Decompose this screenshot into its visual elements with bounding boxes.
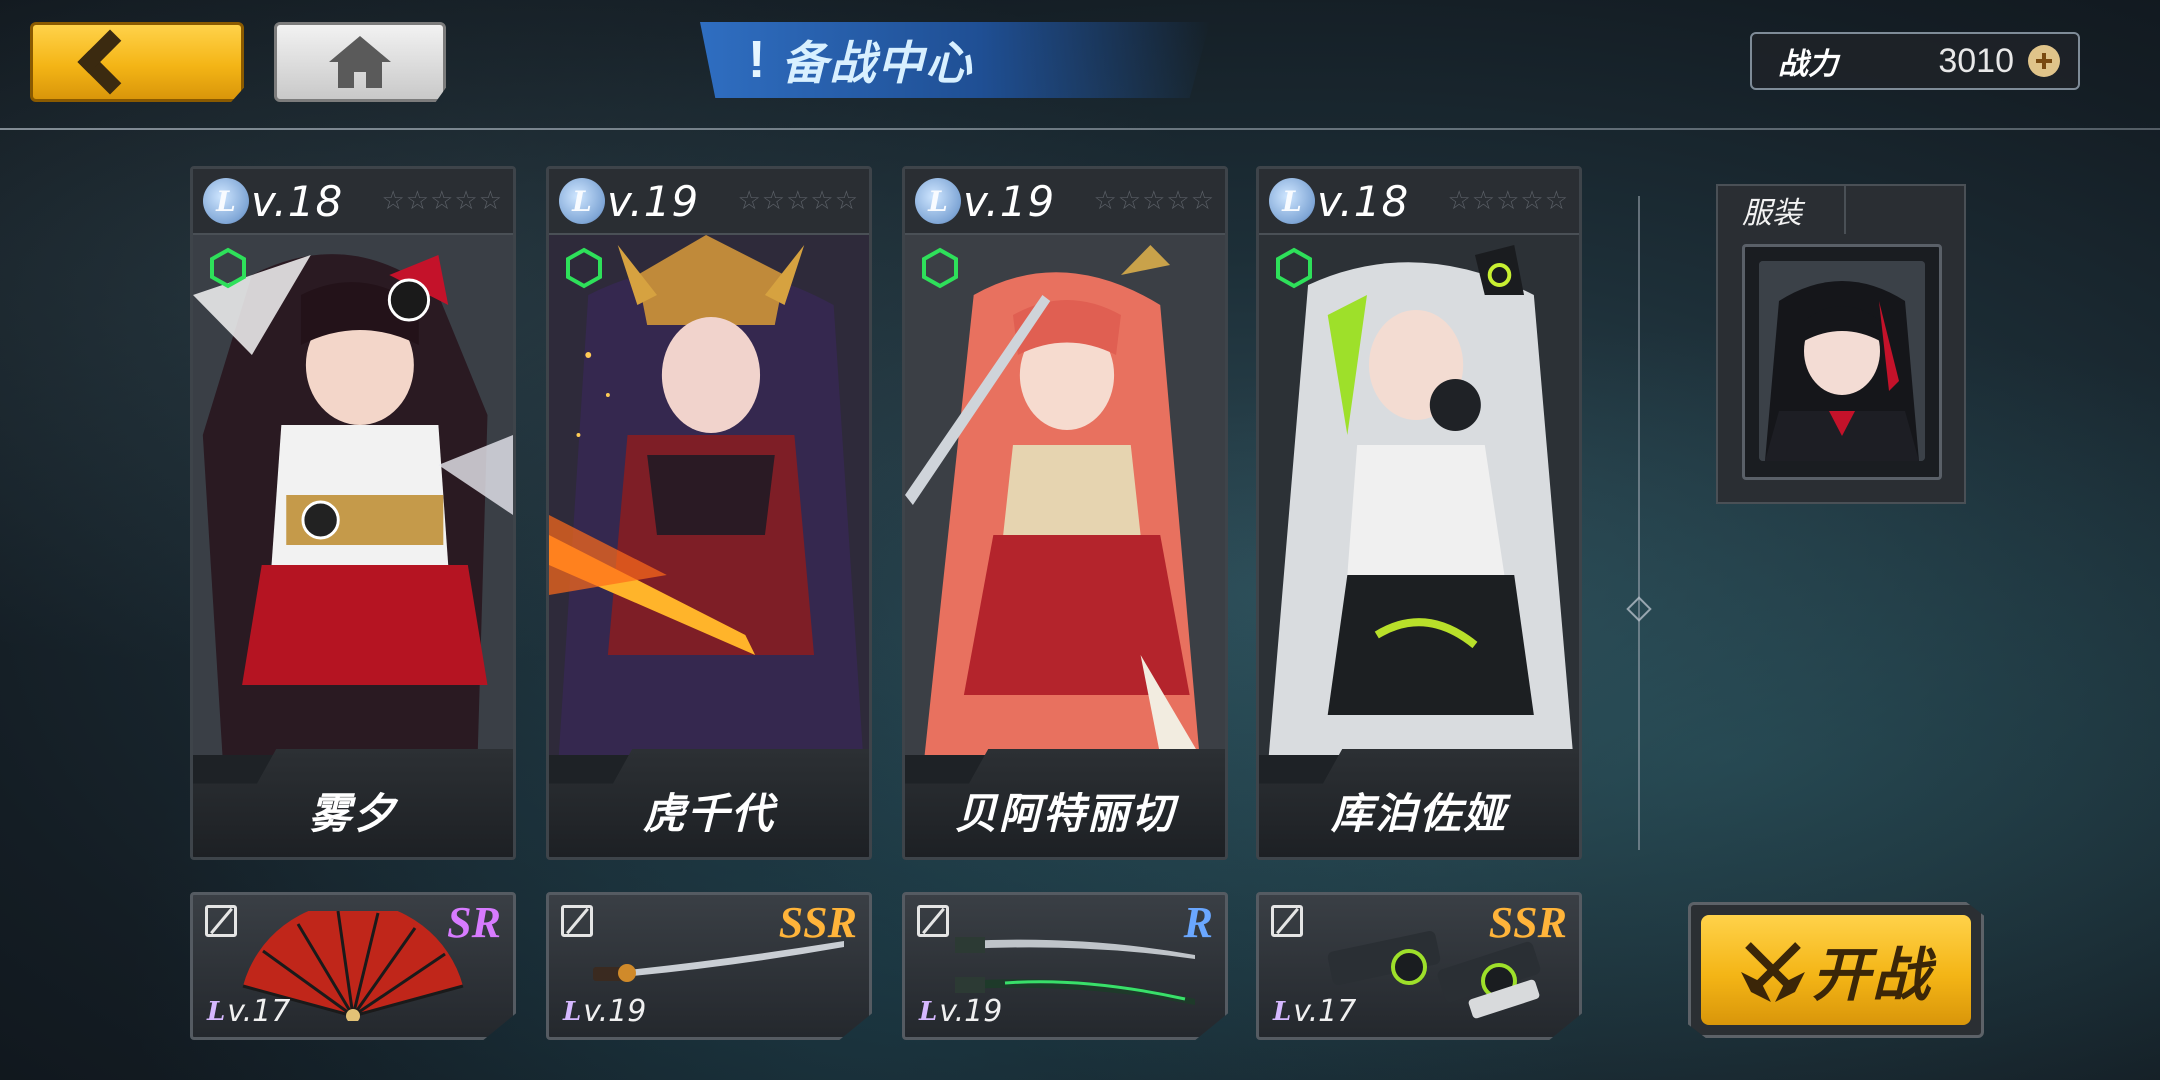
character-name-bar: 雾夕: [193, 749, 513, 857]
character-card-2[interactable]: L v.19 ☆☆☆☆☆ 虎千代: [546, 166, 872, 860]
character-level: v.18: [1317, 176, 1410, 226]
character-name-bar: 虎千代: [549, 749, 869, 857]
weapon-level: L v.19: [919, 994, 1002, 1029]
weapon-level-text: v.19: [939, 994, 1003, 1029]
crossed-swords-icon: [1741, 942, 1805, 1002]
character-header: L v.19 ☆☆☆☆☆: [549, 169, 869, 235]
character-portrait: [905, 235, 1225, 755]
costume-panel[interactable]: 服装: [1716, 184, 1966, 504]
level-badge-icon: L: [915, 178, 961, 224]
character-name: 雾夕: [308, 789, 397, 838]
character-level: v.19: [607, 176, 700, 226]
character-level: v.19: [963, 176, 1056, 226]
costume-portrait: [1759, 261, 1925, 461]
weapon-level-text: v.19: [583, 994, 647, 1029]
hexagon-icon: [210, 247, 246, 289]
weapon-level-text: v.17: [227, 994, 291, 1029]
level-badge-icon: L: [559, 178, 605, 224]
hexagon-icon: [1276, 247, 1312, 289]
combat-power-label: 战力: [1778, 47, 1838, 82]
star-rating: ☆☆☆☆☆: [1093, 186, 1215, 216]
page-title: 备战中心: [781, 36, 974, 90]
character-header: L v.19 ☆☆☆☆☆: [905, 169, 1225, 235]
level-badge-icon: L: [207, 996, 226, 1027]
star-rating: ☆☆☆☆☆: [1447, 186, 1569, 216]
hexagon-icon: [922, 247, 958, 289]
costume-frame: [1742, 244, 1942, 480]
header-divider: [0, 128, 2160, 130]
weapon-level: L v.17: [207, 994, 290, 1029]
character-card-3[interactable]: L v.19 ☆☆☆☆☆ 贝阿特丽切: [902, 166, 1228, 860]
weapon-card-1[interactable]: SR L v.17: [190, 892, 516, 1040]
weapon-level: L v.17: [1273, 994, 1356, 1029]
start-battle-button[interactable]: 开战: [1688, 902, 1984, 1038]
power-detail-plus-icon[interactable]: [2028, 45, 2060, 77]
costume-tab: 服装: [1716, 184, 1846, 234]
character-portrait: [193, 235, 513, 755]
page-title-banner: ! 备战中心: [700, 22, 1210, 98]
character-name-bar: 库泊佐娅: [1259, 749, 1579, 857]
chevron-left-icon: [77, 29, 143, 95]
character-name-bar: 贝阿特丽切: [905, 749, 1225, 857]
character-name: 贝阿特丽切: [954, 789, 1175, 838]
star-rating: ☆☆☆☆☆: [381, 186, 503, 216]
level-badge-icon: L: [919, 996, 938, 1027]
hexagon-icon: [566, 247, 602, 289]
star-rating: ☆☆☆☆☆: [737, 186, 859, 216]
home-icon: [329, 36, 391, 88]
vertical-divider: [1638, 196, 1640, 850]
home-button[interactable]: [274, 22, 446, 102]
character-card-4[interactable]: L v.18 ☆☆☆☆☆ 库泊佐娅: [1256, 166, 1582, 860]
character-portrait: [549, 235, 869, 755]
combat-power-display: 战力 3010: [1750, 32, 2080, 90]
back-button[interactable]: [30, 22, 244, 102]
level-badge-icon: L: [563, 996, 582, 1027]
weapon-card-2[interactable]: SSR L v.19: [546, 892, 872, 1040]
weapon-level-text: v.17: [1293, 994, 1357, 1029]
combat-power-value: 3010: [1938, 41, 2014, 80]
level-badge-icon: L: [1273, 996, 1292, 1027]
character-name: 库泊佐娅: [1330, 789, 1507, 838]
character-card-1[interactable]: L v.18 ☆☆☆☆☆ 雾夕: [190, 166, 516, 860]
weapon-card-3[interactable]: R L v.19: [902, 892, 1228, 1040]
start-battle-label: 开战: [1811, 941, 1932, 1009]
start-battle-button-face: 开战: [1701, 915, 1971, 1025]
character-name: 虎千代: [642, 789, 775, 838]
level-badge-icon: L: [1269, 178, 1315, 224]
character-level: v.18: [251, 176, 344, 226]
alert-icon: !: [748, 31, 766, 89]
character-header: L v.18 ☆☆☆☆☆: [193, 169, 513, 235]
level-badge-icon: L: [203, 178, 249, 224]
character-header: L v.18 ☆☆☆☆☆: [1259, 169, 1579, 235]
weapon-card-4[interactable]: SSR L v.17: [1256, 892, 1582, 1040]
weapon-level: L v.19: [563, 994, 646, 1029]
character-portrait: [1259, 235, 1579, 755]
